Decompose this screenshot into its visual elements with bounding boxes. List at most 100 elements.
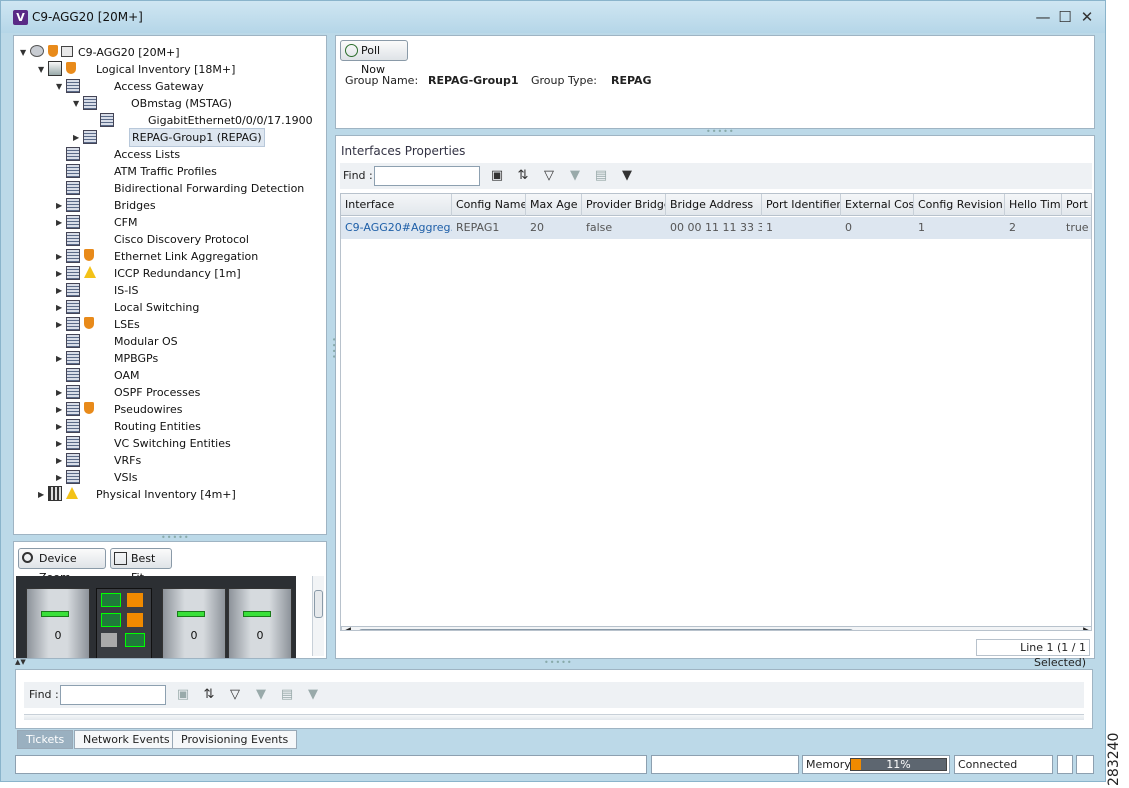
table-icon	[66, 283, 80, 297]
collapse-arrow-icon[interactable]: ▶	[56, 265, 62, 282]
table-row[interactable]: C9-AGG20#Aggreg... REPAG1 20 false 00 00 11 …	[341, 217, 1091, 239]
tree-label: Pseudowires	[114, 403, 183, 416]
clear-filter-icon[interactable]: ▼	[566, 167, 584, 185]
scroll-right-icon[interactable]: ▶	[1083, 626, 1090, 630]
scrollbar-thumb[interactable]	[358, 629, 854, 630]
expand-arrow-icon[interactable]: ▼	[38, 61, 44, 78]
poll-now-button[interactable]: Poll Now	[340, 40, 408, 76]
slot-number: 0	[190, 629, 198, 642]
collapse-arrow-icon[interactable]: ▶	[56, 299, 62, 316]
line-card[interactable]	[96, 588, 152, 658]
table-icon	[66, 419, 80, 433]
find-input[interactable]	[374, 166, 480, 186]
group-name-label: Group Name:	[345, 74, 419, 87]
column-header[interactable]: Config Revision	[914, 194, 1005, 216]
column-header[interactable]: Provider Bridge	[582, 194, 666, 216]
inventory-tree: ▼ C9-AGG20 [20M+] ▼ Logical Inventory [1…	[13, 35, 327, 535]
collapse-arrow-icon[interactable]: ▶	[56, 401, 62, 418]
tree-label: VC Switching Entities	[114, 437, 231, 450]
save-icon[interactable]: ▣	[488, 167, 506, 185]
port-icon	[127, 593, 143, 607]
tree-label: OAM	[114, 369, 140, 382]
figure-number: 283240	[1106, 732, 1122, 786]
device-chassis-image[interactable]: 0 0 0	[16, 576, 296, 658]
column-filter-icon[interactable]: ▼	[618, 167, 636, 185]
splitter-handle[interactable]: •••••	[544, 658, 573, 667]
tree-label: Ethernet Link Aggregation	[114, 250, 259, 263]
table-header: Interface Config Name Max Age Provider Brid…	[341, 194, 1091, 216]
expand-arrow-icon[interactable]: ▼	[56, 78, 62, 95]
filter-icon[interactable]: ▽	[226, 686, 244, 704]
collapse-arrow-icon[interactable]: ▶	[56, 418, 62, 435]
horizontal-scrollbar[interactable]: ◀ ▶	[341, 626, 1091, 630]
interface-link[interactable]: C9-AGG20#Aggreg...	[341, 217, 452, 239]
sort-icon[interactable]: ⇅	[200, 686, 218, 704]
events-tab[interactable]: Network Events	[74, 730, 179, 749]
collapse-arrow-icon[interactable]: ▶	[56, 452, 62, 469]
chassis-slot[interactable]: 0	[26, 588, 90, 658]
tree-label: Access Lists	[114, 148, 181, 161]
table-cell: 0	[845, 221, 852, 234]
sort-icon[interactable]: ⇅	[514, 167, 532, 185]
column-header[interactable]: Bridge Address	[666, 194, 762, 216]
collapse-arrow-icon[interactable]: ▶	[56, 384, 62, 401]
column-header[interactable]: Config Name	[452, 194, 526, 216]
status-cell	[1076, 755, 1094, 774]
table-icon	[66, 198, 80, 212]
expand-arrow-icon[interactable]: ▼	[20, 44, 26, 61]
column-filter-icon[interactable]: ▼	[304, 686, 322, 704]
collapse-arrow-icon[interactable]: ▶	[56, 316, 62, 333]
collapse-arrow-icon[interactable]: ▶	[73, 129, 79, 146]
device-zoom-button[interactable]: Device Zoom	[18, 548, 106, 584]
collapse-arrow-icon[interactable]: ▶	[56, 469, 62, 486]
export-icon[interactable]: ▤	[278, 686, 296, 704]
close-icon[interactable]: ✕	[1077, 7, 1097, 27]
toolbar-icons: ▣ ⇅ ▽ ▼ ▤ ▼	[488, 167, 632, 185]
tree-label: VRFs	[114, 454, 142, 467]
maximize-icon[interactable]: ☐	[1055, 7, 1075, 27]
chassis-slot[interactable]: 0	[228, 588, 292, 658]
best-fit-button[interactable]: Best Fit	[110, 548, 172, 584]
events-tab[interactable]: Tickets	[17, 730, 74, 749]
tree-label: LSEs	[114, 318, 140, 331]
tree-label: Access Gateway	[114, 80, 204, 93]
title-bar[interactable]: V C9-AGG20 [20M+] — ☐ ✕	[1, 1, 1105, 33]
selection-status: Line 1 (1 / 1 Selected)	[976, 639, 1090, 669]
clear-filter-icon[interactable]: ▼	[252, 686, 270, 704]
collapse-arrow-icon[interactable]: ▶	[56, 282, 62, 299]
column-header[interactable]: Port A	[1062, 194, 1091, 216]
collapse-arrow-icon[interactable]: ▶	[56, 350, 62, 367]
tree-label: ATM Traffic Profiles	[114, 165, 217, 178]
column-header[interactable]: Port Identifier	[762, 194, 841, 216]
column-header[interactable]: Hello Time	[1005, 194, 1062, 216]
memory-bar: 11%	[850, 758, 947, 771]
minimize-icon[interactable]: —	[1033, 7, 1053, 27]
table-icon	[66, 232, 80, 246]
table-cell: 20	[530, 221, 544, 234]
expand-arrow-icon[interactable]: ▶	[38, 486, 44, 503]
scrollbar-thumb[interactable]	[314, 590, 323, 618]
chassis-slot[interactable]: 0	[162, 588, 226, 658]
table-icon	[66, 181, 80, 195]
collapse-arrows-icon[interactable]: ▲▼	[15, 658, 26, 666]
collapse-arrow-icon[interactable]: ▶	[56, 214, 62, 231]
column-header[interactable]: Max Age	[526, 194, 582, 216]
save-icon[interactable]: ▣	[174, 686, 192, 704]
expand-arrow-icon[interactable]: ▼	[73, 95, 79, 112]
events-find-input[interactable]	[60, 685, 166, 705]
column-header[interactable]: External Cost	[841, 194, 914, 216]
device-scrollbar[interactable]	[312, 576, 324, 656]
collapse-arrow-icon[interactable]: ▶	[56, 197, 62, 214]
group-type-value: REPAG	[611, 74, 652, 87]
collapse-arrow-icon[interactable]: ▶	[56, 248, 62, 265]
group-type-label: Group Type:	[531, 74, 597, 87]
filter-icon[interactable]: ▽	[540, 167, 558, 185]
export-icon[interactable]: ▤	[592, 167, 610, 185]
table-icon	[66, 300, 80, 314]
tree-label: Cisco Discovery Protocol	[114, 233, 249, 246]
tree-label: Local Switching	[114, 301, 200, 314]
collapse-arrow-icon[interactable]: ▶	[56, 435, 62, 452]
column-header[interactable]: Interface	[341, 194, 452, 216]
scroll-left-icon[interactable]: ◀	[344, 626, 351, 630]
events-tab[interactable]: Provisioning Events	[172, 730, 298, 749]
